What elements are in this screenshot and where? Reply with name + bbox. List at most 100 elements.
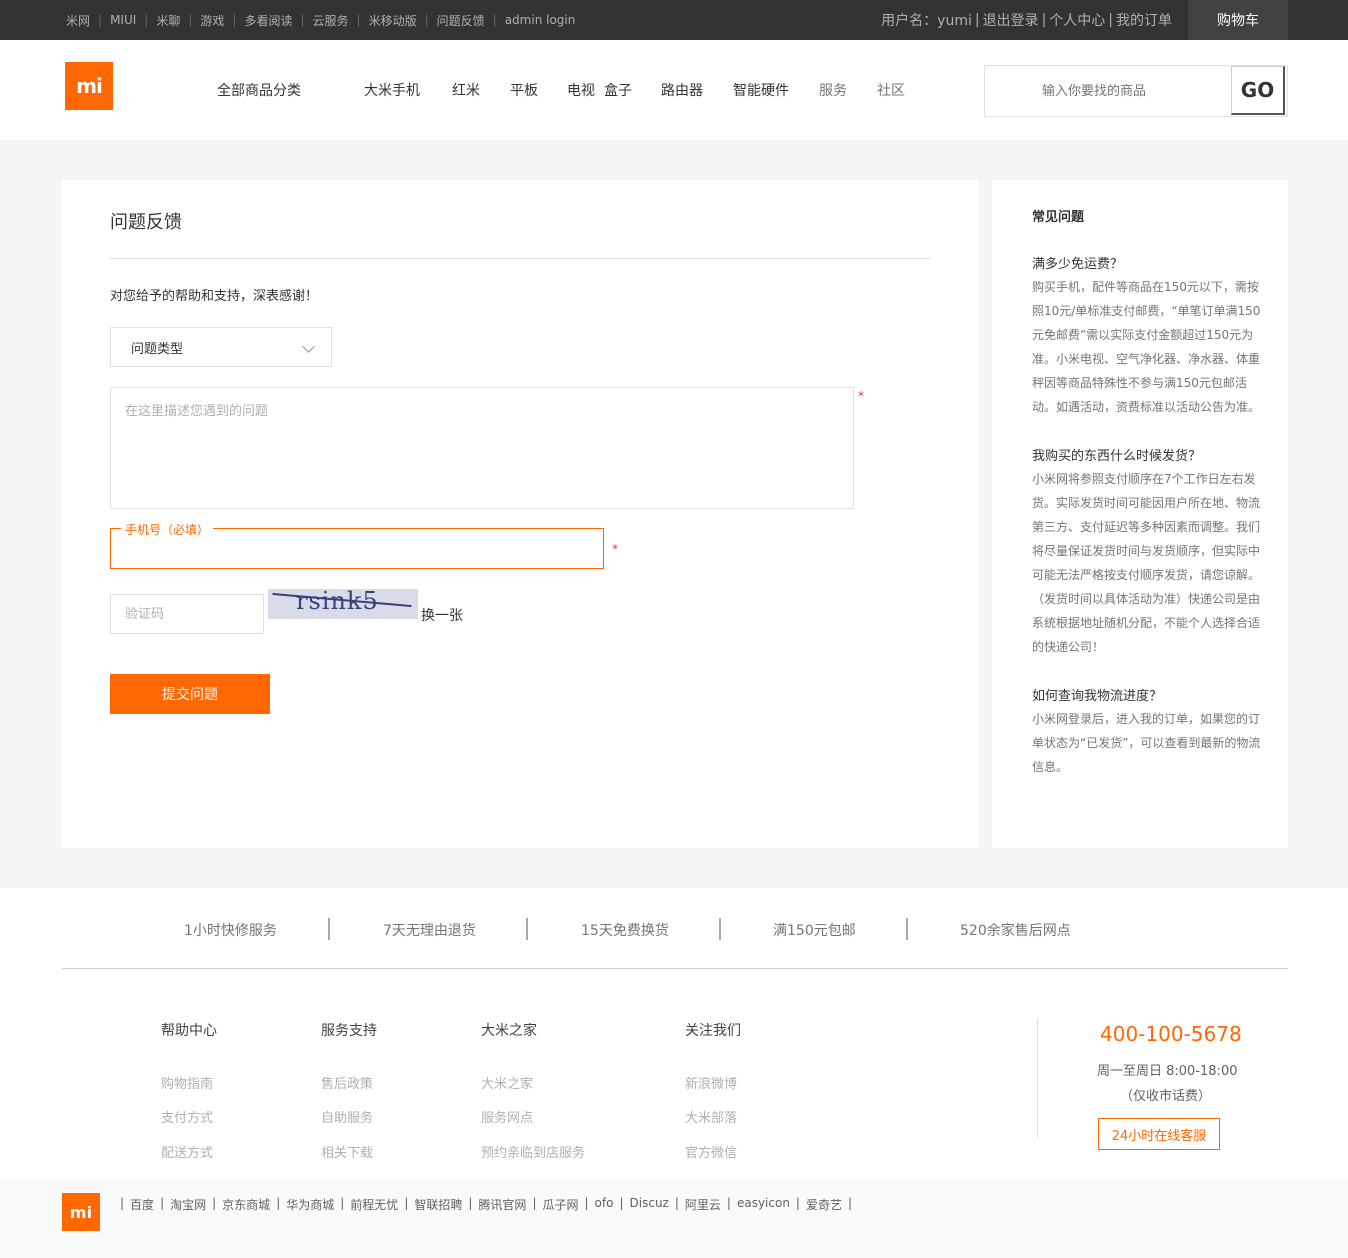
site-link[interactable]: 多看阅读 [244, 12, 292, 29]
site-link[interactable]: 云服务 [313, 12, 349, 29]
footer-link[interactable]: 新浪微博 [685, 1073, 737, 1092]
friend-link[interactable]: 京东商城 [222, 1196, 270, 1213]
hotline-number: 400-100-5678 [1100, 1022, 1242, 1046]
footer-link[interactable]: 自助服务 [321, 1107, 373, 1126]
site-link[interactable]: 米网 [66, 12, 90, 29]
faq-panel: 常见问题 满多少免运费？ 购买手机，配件等商品在150元以下，需按照10元/单标… [992, 180, 1288, 848]
footer: 1小时快修服务 7天无理由退货 15天免费换货 满150元包邮 520余家售后网… [0, 888, 1348, 1178]
service-item: 15天免费换货 [581, 923, 669, 939]
description-textarea[interactable] [110, 387, 854, 509]
fee-note: （仅收市话费） [1120, 1089, 1212, 1104]
faq-answer: 小米网登录后，进入我的订单，如果您的订单状态为“已发货”，可以查看到最新的物流信… [1032, 712, 1261, 774]
faq-answer: 小米网将参照支付顺序在7个工作日左右发货。实际发货时间可能因用户所在地、物流第三… [1032, 472, 1261, 654]
chevron-down-icon [302, 340, 315, 353]
friend-link[interactable]: 百度 [130, 1196, 154, 1213]
faq-question: 满多少免运费？ [1032, 257, 1124, 272]
personal-center-link[interactable]: 个人中心 [1049, 10, 1105, 30]
captcha-image[interactable]: rsink5 [268, 589, 418, 619]
faq-question: 如何查询我物流进度？ [1032, 689, 1163, 704]
phone-label: 手机号（必填） [121, 521, 214, 538]
nav-box[interactable]: 盒子 [604, 80, 632, 100]
friend-links: | 百度 | 淘宝网 | 京东商城 | 华为商城 | 前程无忧 | 智联招聘 | 腾讯官网 |… [120, 1196, 853, 1213]
friend-link[interactable]: Discuz [630, 1196, 669, 1213]
refresh-captcha-link[interactable]: 换一张 [421, 605, 463, 625]
friend-link[interactable]: 瓜子网 [542, 1196, 578, 1213]
nav-service[interactable]: 服务 [819, 80, 847, 100]
site-link[interactable]: 米移动版 [369, 12, 417, 29]
friend-link[interactable]: 腾讯官网 [478, 1196, 526, 1213]
footer-link[interactable]: 支付方式 [161, 1107, 213, 1126]
nav-router[interactable]: 路由器 [661, 80, 703, 100]
issue-type-value: 问题类型 [131, 341, 184, 357]
separator: | [300, 13, 305, 27]
required-mark: * [612, 542, 618, 556]
footer-link[interactable]: 大米部落 [685, 1107, 737, 1126]
mi-logo[interactable]: mi [62, 1193, 100, 1231]
service-item: 520余家售后网点 [960, 923, 1071, 939]
service-item: 1小时快修服务 [184, 923, 277, 939]
footer-link[interactable]: 服务网点 [481, 1107, 533, 1126]
site-link[interactable]: 游戏 [200, 12, 224, 29]
mi-logo[interactable]: mi [65, 62, 113, 110]
friend-link[interactable]: 爱奇艺 [806, 1196, 842, 1213]
footer-link[interactable]: 配送方式 [161, 1142, 213, 1161]
separator [906, 918, 908, 940]
service-item: 7天无理由退货 [383, 923, 476, 939]
issue-type-select[interactable]: 问题类型 [110, 327, 332, 367]
divider [110, 258, 930, 259]
friend-link[interactable]: 华为商城 [286, 1196, 334, 1213]
friend-link[interactable]: 前程无忧 [350, 1196, 398, 1213]
footer-link[interactable]: 售后政策 [321, 1073, 373, 1092]
admin-login-link[interactable]: admin login [505, 13, 576, 27]
footer-link[interactable]: 预约亲临到店服务 [481, 1142, 585, 1161]
friend-link[interactable]: 阿里云 [685, 1196, 721, 1213]
site-link[interactable]: 问题反馈 [437, 12, 485, 29]
top-bar: 米网 | MIUI | 米聊 | 游戏 | 多看阅读 | 云服务 | 米移动版 | 问题反馈 |… [0, 0, 1348, 40]
site-link[interactable]: MIUI [110, 13, 136, 27]
nav-all-categories[interactable]: 全部商品分类 [217, 80, 301, 100]
footer-col-title: 服务支持 [321, 1023, 377, 1039]
separator [328, 918, 330, 940]
friend-link[interactable]: 淘宝网 [170, 1196, 206, 1213]
friend-link[interactable]: ofo [595, 1196, 614, 1213]
nav-community[interactable]: 社区 [877, 80, 905, 100]
footer-link[interactable]: 大米之家 [481, 1073, 533, 1092]
separator [719, 918, 721, 940]
separator: | [492, 13, 497, 27]
header: mi 全部商品分类 大米手机 红米 平板 电视 盒子 路由器 智能硬件 服务 社… [0, 40, 1348, 140]
footer-link[interactable]: 相关下载 [321, 1142, 373, 1161]
friend-link[interactable]: easyicon [737, 1196, 790, 1213]
separator: | [232, 13, 237, 27]
footer-link[interactable]: 购物指南 [161, 1073, 213, 1092]
cart-button[interactable]: 购物车 [1188, 0, 1288, 40]
nav-smart-hardware[interactable]: 智能硬件 [733, 80, 789, 100]
friend-link[interactable]: 智联招聘 [414, 1196, 462, 1213]
logout-link[interactable]: 退出登录 [983, 10, 1039, 30]
search-input[interactable] [985, 66, 1231, 116]
separator: | [424, 13, 429, 27]
feedback-card: 问题反馈 对您给予的帮助和支持，深表感谢！ 问题类型 * 手机号（必填） * r… [62, 180, 978, 848]
footer-link[interactable]: 官方微信 [685, 1142, 737, 1161]
footer-col-title: 大米之家 [481, 1023, 537, 1039]
nav-tablet[interactable]: 平板 [510, 80, 538, 100]
search-go-button[interactable]: GO [1231, 66, 1285, 115]
nav-tv[interactable]: 电视 [567, 80, 595, 100]
search-box: GO [984, 65, 1288, 117]
bottom-bar: mi | 百度 | 淘宝网 | 京东商城 | 华为商城 | 前程无忧 | 智联招聘 | 腾讯官… [0, 1178, 1348, 1258]
site-link[interactable]: 米聊 [156, 12, 180, 29]
site-links: 米网 | MIUI | 米聊 | 游戏 | 多看阅读 | 云服务 | 米移动版 | 问题反馈 |… [66, 0, 575, 40]
user-menu: 用户名：yumi | 退出登录 | 个人中心 | 我的订单 [881, 10, 1172, 30]
faq-title: 常见问题 [1032, 210, 1085, 225]
online-service-button[interactable]: 24小时在线客服 [1098, 1118, 1220, 1150]
captcha-input[interactable] [110, 594, 264, 634]
divider [1037, 1018, 1038, 1138]
nav-phone[interactable]: 大米手机 [364, 80, 420, 100]
phone-field[interactable]: 手机号（必填） [110, 521, 604, 569]
faq-answer: 购买手机，配件等商品在150元以下，需按照10元/单标准支付邮费，“单笔订单满1… [1032, 280, 1261, 414]
footer-col-title: 关注我们 [685, 1023, 741, 1039]
separator: | [188, 13, 193, 27]
separator [526, 918, 528, 940]
my-orders-link[interactable]: 我的订单 [1116, 10, 1172, 30]
nav-redmi[interactable]: 红米 [452, 80, 480, 100]
submit-button[interactable]: 提交问题 [110, 674, 270, 714]
